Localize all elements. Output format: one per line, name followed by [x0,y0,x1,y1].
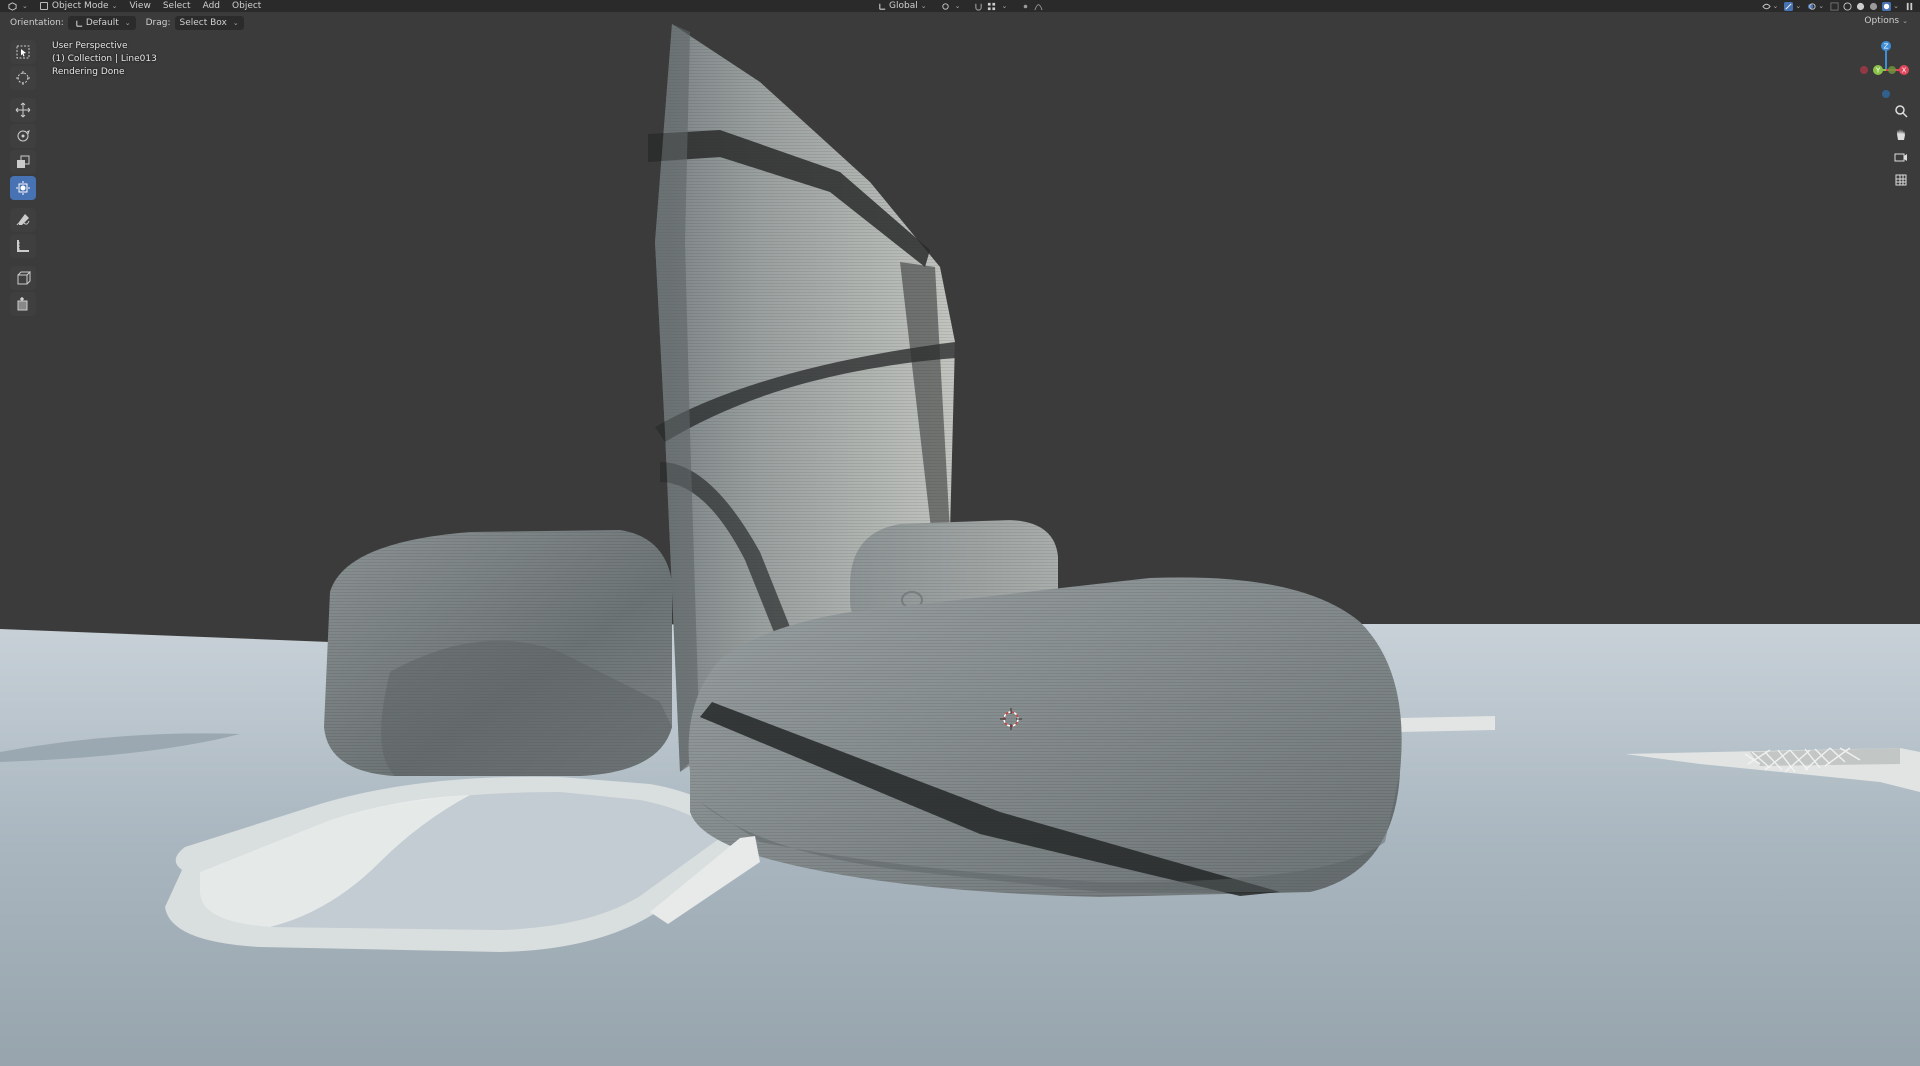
scale-tool[interactable] [10,150,36,174]
chevron-down-icon: ⌄ [1001,2,1008,10]
visibility-icon[interactable] [1761,2,1771,11]
menu-object[interactable]: Object [226,0,267,12]
orientation-axes-icon [879,3,886,10]
magnet-icon [975,3,983,11]
orientation-label: Orientation: [10,18,64,28]
drag-dropdown[interactable]: Select Box ⌄ [174,16,244,30]
gizmo-toggle-icon[interactable] [1784,1,1794,11]
chevron-down-icon: ⌄ [232,19,239,27]
zoom-icon [1895,105,1908,118]
cursor-icon [16,71,30,85]
select-box-icon [16,45,30,59]
blender-window: { "header": { "editor_type_icon": "3d-vi… [0,0,1920,1066]
move-tool[interactable] [10,98,36,122]
header-right-tools: ⌄ ⌄ ⌄ ⌄ [1760,0,1917,12]
chevron-down-icon: ⌄ [920,2,927,10]
header-center-tools: Global ⌄ ⌄ ⌄ [870,0,1051,12]
ortho-toggle-button[interactable] [1892,171,1910,189]
grid-ortho-icon [1895,174,1907,186]
pan-button[interactable] [1892,125,1910,143]
editor-type-button[interactable]: ⌄ [0,0,34,12]
sidebar-toggle-icon[interactable] [1905,2,1914,11]
overlays-icon[interactable] [1807,2,1816,11]
xray-icon[interactable] [1830,1,1839,11]
gizmo-y-label: Y [1875,67,1881,75]
tool-shelf [10,40,39,318]
wireframe-shading-icon[interactable] [1843,1,1852,11]
rendered-shading-icon[interactable] [1882,1,1892,11]
navigation-buttons [1892,102,1912,194]
options-dropdown[interactable]: Options ⌄ [1864,16,1908,26]
snap-button[interactable]: ⌄ [966,0,1013,12]
viewport-text-overlay: User Perspective (1) Collection | Line01… [52,40,157,79]
material-shading-icon[interactable] [1869,2,1878,11]
select-box-tool[interactable] [10,40,36,64]
add-cube-icon [17,271,31,285]
scale-icon [17,155,30,168]
orientation-axes-icon [76,20,83,27]
transform-icon [16,181,30,195]
annotate-icon [16,214,30,226]
viewport-header: ⌄ Object Mode ⌄ View Select Add Object G… [0,0,1920,12]
menu-view[interactable]: View [123,0,156,12]
transform-orientation-label: Global [889,1,918,11]
gizmo-x-label: X [1902,67,1907,75]
falloff-curve-icon [1034,3,1043,10]
drag-value: Select Box [179,18,227,28]
3d-viewport[interactable] [0,12,1920,1066]
drag-label: Drag: [145,18,171,28]
chevron-down-icon: ⌄ [954,2,961,10]
menu-add[interactable]: Add [197,0,226,12]
annotate-tool[interactable] [10,208,36,232]
pivot-icon [941,2,949,10]
add-primitive-tool[interactable] [10,292,36,316]
measure-tool[interactable] [10,234,36,258]
render-status: Rendering Done [52,67,125,77]
solid-shading-icon[interactable] [1856,2,1865,11]
mode-label: Object Mode [51,1,109,11]
object-mode-icon [39,2,48,10]
3d-cursor-icon[interactable] [1000,708,1022,730]
rendered-scene [0,12,1920,1066]
hand-pan-icon [1897,129,1905,140]
rotate-icon [17,130,30,142]
collection-object-label: (1) Collection | Line013 [52,54,157,64]
transform-orientation-dropdown[interactable]: Global ⌄ [870,0,933,12]
view-name: User Perspective [52,41,128,51]
rotate-tool[interactable] [10,124,36,148]
gizmo-z-label: Z [1884,43,1889,51]
menu-select[interactable]: Select [157,0,197,12]
mode-dropdown[interactable]: Object Mode ⌄ [34,0,124,12]
move-icon [15,102,31,118]
pivot-point-button[interactable]: ⌄ [933,0,967,12]
measure-icon [17,240,29,252]
navigation-gizmo[interactable]: Z X Y [1856,40,1916,100]
chevron-down-icon: ⌄ [124,19,131,27]
options-label: Options [1864,16,1900,26]
proportional-edit-button[interactable] [1013,0,1051,12]
chevron-down-icon: ⌄ [1902,17,1908,25]
orientation-dropdown[interactable]: Default ⌄ [67,16,136,30]
cursor-tool[interactable] [10,66,36,90]
add-primitive-icon [17,297,28,311]
proportional-icon [1024,4,1028,8]
orientation-value: Default [85,18,119,28]
camera-icon [1894,153,1907,162]
3d-viewport-icon [8,1,17,11]
snap-grid-icon [988,2,996,10]
zoom-button[interactable] [1892,102,1910,120]
add-cube-tool[interactable] [10,266,36,290]
camera-view-button[interactable] [1892,148,1910,166]
transform-tool[interactable] [10,176,36,200]
chevron-down-icon: ⌄ [111,2,118,10]
tool-settings-bar: Orientation: Default ⌄ Drag: Select Box … [0,12,1920,34]
